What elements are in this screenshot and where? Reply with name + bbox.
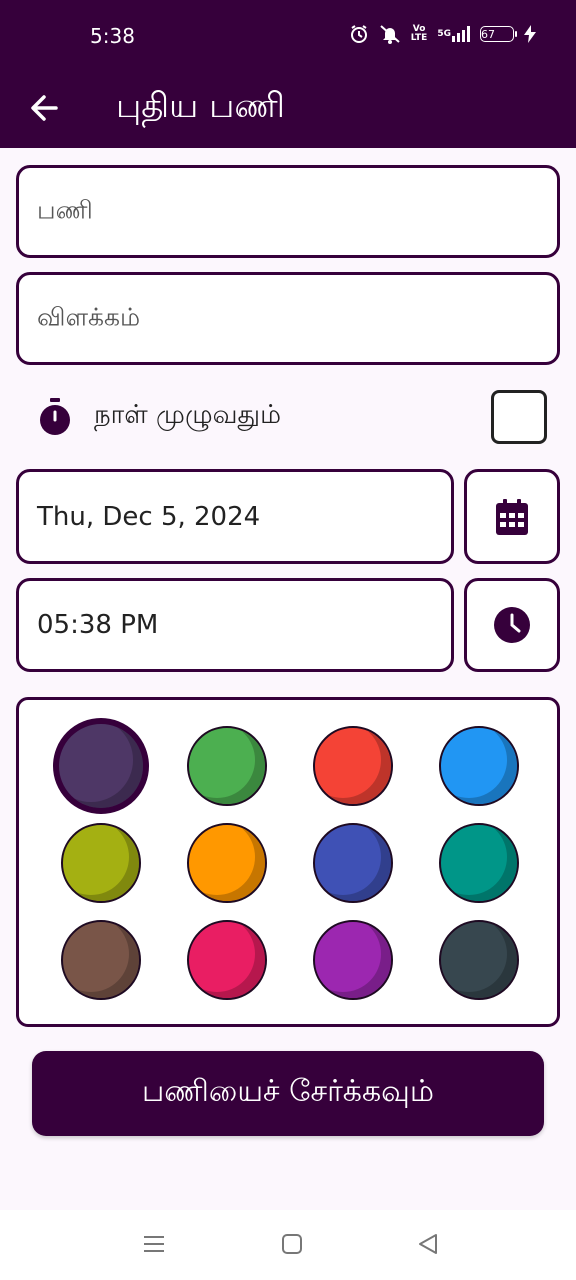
home-icon[interactable] xyxy=(280,1232,304,1260)
date-value: Thu, Dec 5, 2024 xyxy=(37,501,261,532)
date-picker-button[interactable] xyxy=(464,469,560,564)
swatch-shade xyxy=(315,922,391,998)
alarm-icon xyxy=(349,24,369,44)
task-placeholder: பணி xyxy=(37,195,93,224)
network-label: 5G xyxy=(437,29,451,39)
color-swatch[interactable] xyxy=(439,823,519,903)
color-swatch[interactable] xyxy=(313,823,393,903)
color-swatch[interactable] xyxy=(61,823,141,903)
color-swatch[interactable] xyxy=(53,718,149,814)
time-value: 05:38 PM xyxy=(37,610,159,640)
color-swatch[interactable] xyxy=(439,920,519,1000)
back-button[interactable] xyxy=(26,88,66,128)
swatch-shade xyxy=(63,825,139,901)
status-icons: Vo LTE 5G 67 xyxy=(349,24,536,44)
swatch-shade xyxy=(63,922,139,998)
menu-icon[interactable] xyxy=(142,1232,166,1260)
swatch-shade xyxy=(441,728,517,804)
color-swatch[interactable] xyxy=(61,920,141,1000)
all-day-row: நாள் முழுவதும் xyxy=(16,388,560,446)
swatch-shade xyxy=(189,728,265,804)
swatch-shade xyxy=(315,728,391,804)
color-swatch[interactable] xyxy=(187,823,267,903)
color-swatch[interactable] xyxy=(313,726,393,806)
color-palette xyxy=(16,697,560,1027)
volte-icon: Vo LTE xyxy=(410,24,428,43)
time-field[interactable]: 05:38 PM xyxy=(16,578,454,672)
signal-icon: 5G xyxy=(437,26,470,42)
arrow-left-icon xyxy=(31,95,58,121)
date-field[interactable]: Thu, Dec 5, 2024 xyxy=(16,469,454,564)
mute-bell-icon xyxy=(379,24,401,44)
status-time: 5:38 xyxy=(90,24,135,48)
timer-icon xyxy=(38,398,72,440)
time-picker-button[interactable] xyxy=(464,578,560,672)
color-swatch[interactable] xyxy=(313,920,393,1000)
task-input[interactable]: பணி xyxy=(16,165,560,258)
swatch-shade xyxy=(59,724,143,808)
swatch-shade xyxy=(441,922,517,998)
swatch-shade xyxy=(315,825,391,901)
all-day-checkbox[interactable] xyxy=(491,390,547,444)
add-task-button[interactable]: பணியைச் சேர்க்கவும் xyxy=(32,1051,544,1136)
color-swatch[interactable] xyxy=(187,726,267,806)
status-bar: 5:38 Vo LTE 5G 67 xyxy=(0,0,576,74)
page-title: புதிய பணி xyxy=(116,86,285,126)
system-nav-bar xyxy=(0,1210,576,1280)
swatch-shade xyxy=(189,922,265,998)
back-nav-icon[interactable] xyxy=(416,1232,440,1260)
color-swatch[interactable] xyxy=(439,726,519,806)
swatch-shade xyxy=(441,825,517,901)
description-placeholder: விளக்கம் xyxy=(37,302,141,331)
app-bar: புதிய பணி xyxy=(0,74,576,148)
clock-icon xyxy=(494,607,530,643)
color-swatch[interactable] xyxy=(187,920,267,1000)
all-day-label: நாள் முழுவதும் xyxy=(94,400,281,430)
battery-level: 67 xyxy=(481,27,495,41)
description-input[interactable]: விளக்கம் xyxy=(16,272,560,365)
swatch-shade xyxy=(189,825,265,901)
calendar-icon xyxy=(496,498,528,535)
battery-icon: 67 xyxy=(480,26,517,42)
charging-icon xyxy=(524,25,536,43)
